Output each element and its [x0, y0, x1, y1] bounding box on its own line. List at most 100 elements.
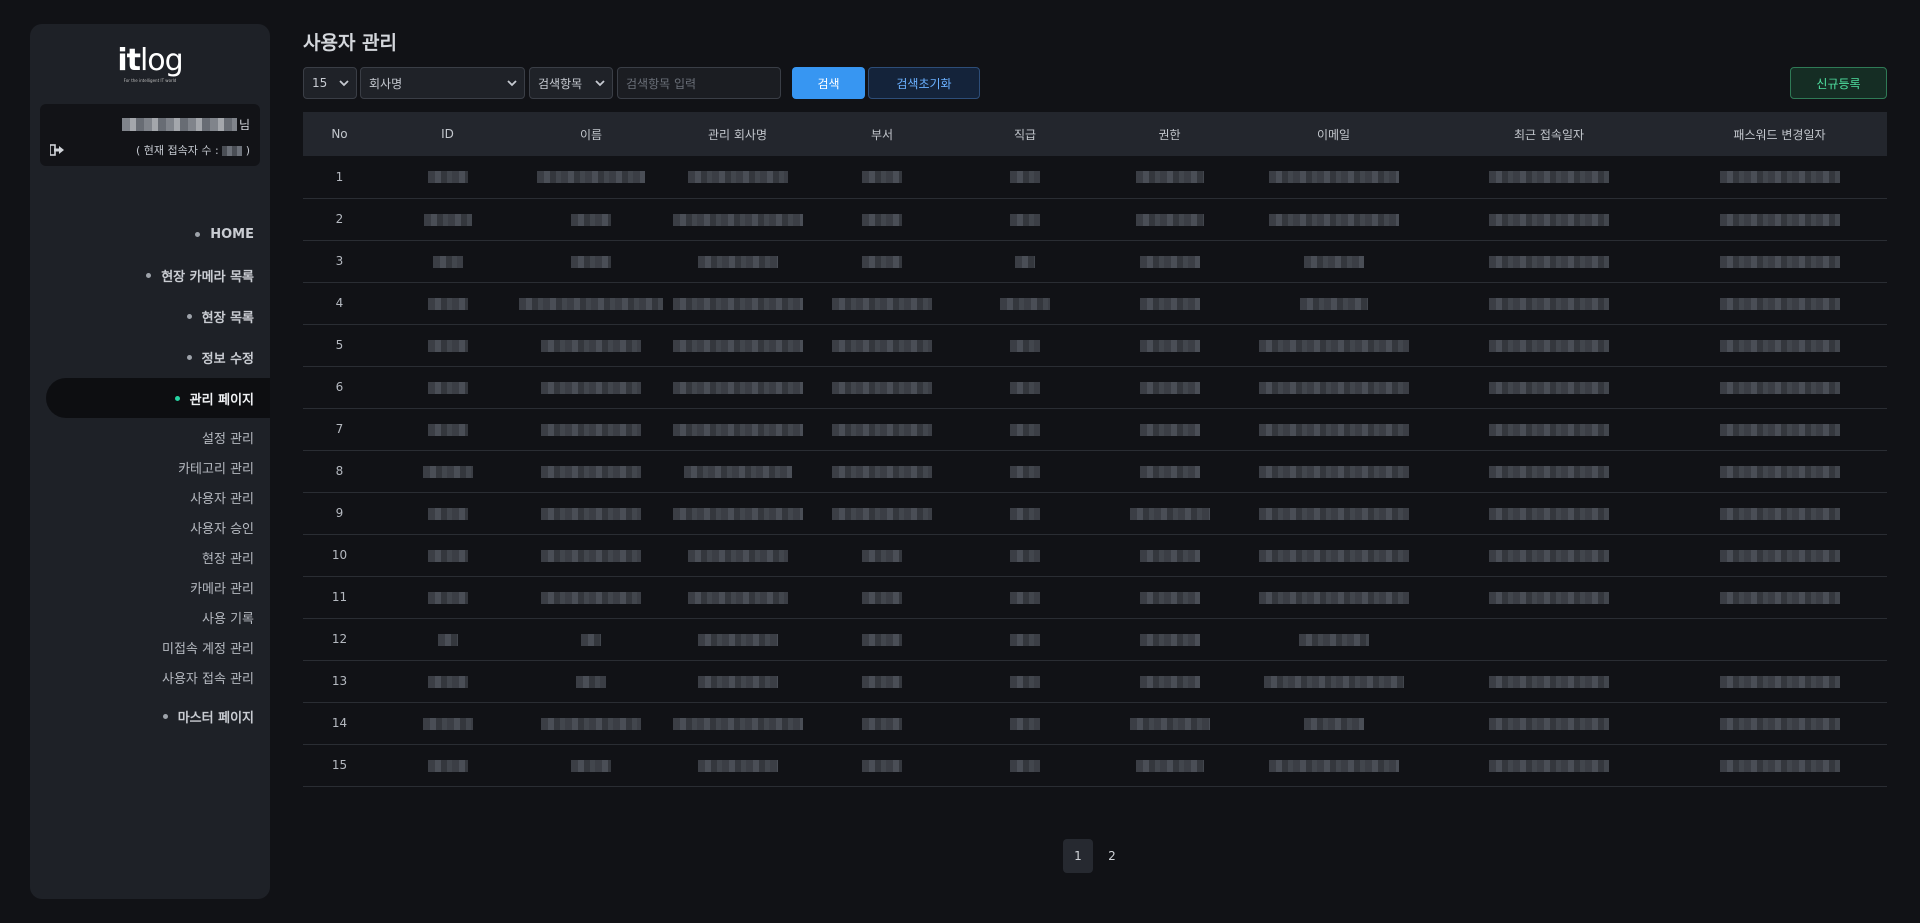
header-id[interactable]: ID	[376, 112, 519, 156]
table-row[interactable]: 14	[303, 702, 1887, 744]
redacted-value	[1010, 675, 1040, 688]
menu-item-site-cameras[interactable]: 현장 카메라 목록	[30, 255, 270, 296]
reset-search-button[interactable]: 검색초기화	[868, 67, 980, 99]
redacted-value	[672, 381, 803, 394]
search-field-select[interactable]: 검색항목	[529, 67, 613, 99]
cell-last-login	[1426, 156, 1672, 198]
cell-id	[376, 450, 519, 492]
submenu-settings[interactable]: 설정 관리	[30, 422, 270, 452]
cell-position	[952, 702, 1098, 744]
logout-icon[interactable]	[50, 144, 64, 156]
menu-item-admin[interactable]: 관리 페이지	[46, 378, 270, 418]
table-row[interactable]: 7	[303, 408, 1887, 450]
table-row[interactable]: 11	[303, 576, 1887, 618]
submenu-user-access[interactable]: 사용자 접속 관리	[30, 662, 270, 692]
submenu-sites[interactable]: 현장 관리	[30, 542, 270, 572]
redacted-value	[1139, 423, 1200, 436]
menu-item-home[interactable]: HOME	[30, 214, 270, 255]
table-row[interactable]: 13	[303, 660, 1887, 702]
toolbar: 15 회사명 검색항목 검색항목 입력 검색 검색초기화 신규등록	[303, 67, 1887, 99]
new-register-button[interactable]: 신규등록	[1790, 67, 1887, 99]
table-row[interactable]: 2	[303, 198, 1887, 240]
redacted-value	[1719, 717, 1840, 730]
redacted-value	[862, 717, 902, 730]
table-row[interactable]: 3	[303, 240, 1887, 282]
cell-last-login	[1426, 618, 1672, 660]
menu-item-master[interactable]: 마스터 페이지	[30, 696, 270, 737]
submenu-usage-log[interactable]: 사용 기록	[30, 602, 270, 632]
header-password-changed[interactable]: 패스워드 변경일자	[1672, 112, 1887, 156]
cell-permission	[1098, 408, 1241, 450]
page-1-button[interactable]: 1	[1063, 839, 1093, 873]
cell-last-login	[1426, 702, 1672, 744]
cell-last-login	[1426, 324, 1672, 366]
submenu-users[interactable]: 사용자 관리	[30, 482, 270, 512]
redacted-value	[1489, 339, 1609, 352]
cell-permission	[1098, 324, 1241, 366]
cell-password-changed	[1672, 408, 1887, 450]
redacted-value	[832, 507, 932, 520]
cell-name	[519, 660, 663, 702]
table-row[interactable]: 8	[303, 450, 1887, 492]
redacted-value	[1719, 297, 1840, 310]
cell-email	[1241, 618, 1426, 660]
cell-position	[952, 576, 1098, 618]
header-position[interactable]: 직급	[952, 112, 1098, 156]
redacted-value	[1489, 717, 1609, 730]
search-input[interactable]: 검색항목 입력	[617, 67, 781, 99]
redacted-value	[427, 381, 468, 394]
cell-permission	[1098, 660, 1241, 702]
table-row[interactable]: 5	[303, 324, 1887, 366]
redacted-value	[1489, 675, 1609, 688]
cell-last-login	[1426, 660, 1672, 702]
search-button[interactable]: 검색	[792, 67, 865, 99]
header-email[interactable]: 이메일	[1241, 112, 1426, 156]
submenu-inactive-accounts[interactable]: 미접속 계정 관리	[30, 632, 270, 662]
menu-item-sites[interactable]: 현장 목록	[30, 296, 270, 337]
table-row[interactable]: 10	[303, 534, 1887, 576]
redacted-value	[832, 339, 932, 352]
redacted-value	[1139, 675, 1200, 688]
redacted-value	[1010, 465, 1040, 478]
header-company[interactable]: 관리 회사명	[663, 112, 812, 156]
header-last-login[interactable]: 최근 접속일자	[1426, 112, 1672, 156]
page-size-select[interactable]: 15	[303, 67, 357, 99]
submenu-cameras[interactable]: 카메라 관리	[30, 572, 270, 602]
cell-id	[376, 534, 519, 576]
redacted-value	[422, 465, 473, 478]
header-no[interactable]: No	[303, 112, 376, 156]
redacted-value	[541, 339, 641, 352]
page-2-button[interactable]: 2	[1097, 839, 1127, 873]
cell-name	[519, 492, 663, 534]
logo-it: it	[117, 43, 141, 78]
header-department[interactable]: 부서	[812, 112, 952, 156]
redacted-value	[1139, 297, 1200, 310]
table-row[interactable]: 4	[303, 282, 1887, 324]
table-row[interactable]: 9	[303, 492, 1887, 534]
cell-email	[1241, 198, 1426, 240]
cell-password-changed	[1672, 156, 1887, 198]
redacted-value	[1129, 507, 1210, 520]
chevron-down-icon	[339, 80, 349, 87]
table-row[interactable]: 12	[303, 618, 1887, 660]
cell-department	[812, 660, 952, 702]
table-row[interactable]: 1	[303, 156, 1887, 198]
redacted-value	[1268, 759, 1399, 772]
cell-name	[519, 534, 663, 576]
table-row[interactable]: 6	[303, 366, 1887, 408]
redacted-value	[1258, 591, 1409, 604]
redacted-value	[1719, 759, 1840, 772]
submenu-user-approval[interactable]: 사용자 승인	[30, 512, 270, 542]
table-row[interactable]: 15	[303, 744, 1887, 786]
cell-name	[519, 366, 663, 408]
company-select[interactable]: 회사명	[360, 67, 525, 99]
redacted-value	[1139, 381, 1200, 394]
header-name[interactable]: 이름	[519, 112, 663, 156]
user-status-line: ( 현재 접속자 수 : )	[50, 142, 250, 158]
cell-company	[663, 240, 812, 282]
header-permission[interactable]: 권한	[1098, 112, 1241, 156]
submenu-categories[interactable]: 카테고리 관리	[30, 452, 270, 482]
cell-password-changed	[1672, 660, 1887, 702]
menu-item-edit-info[interactable]: 정보 수정	[30, 337, 270, 378]
redacted-value	[437, 633, 458, 646]
